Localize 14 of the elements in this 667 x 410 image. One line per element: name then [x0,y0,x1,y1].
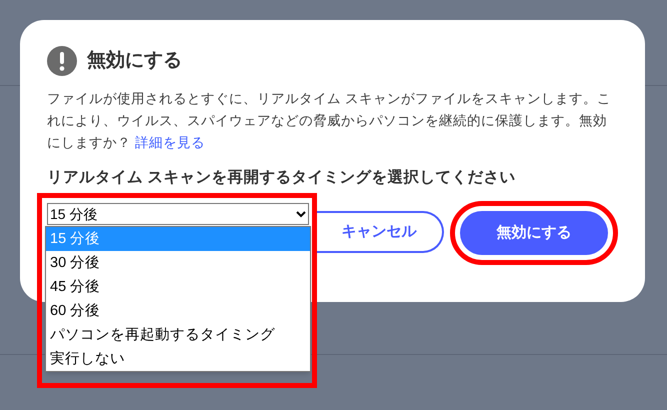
chevron-down-icon [296,210,306,218]
option-item[interactable]: 45 分後 [46,275,310,299]
dialog-title: 無効にする [87,48,182,73]
cancel-button[interactable]: キャンセル [316,211,444,254]
timing-select[interactable]: 15 分後 [47,203,309,226]
warning-icon [47,46,77,76]
disable-button[interactable]: 無効にする [460,211,608,256]
prompt-text: リアルタイム スキャンを再開するタイミングを選択してください [47,168,516,188]
option-item[interactable]: パソコンを再起動するタイミング [46,323,310,347]
option-item[interactable]: 実行しない [46,347,310,371]
details-link[interactable]: 詳細を見る [134,135,205,150]
option-item[interactable]: 60 分後 [46,299,310,323]
dialog-description: ファイルが使用されるとすぐに、リアルタイム スキャンがファイルをスキャンします。これにより、ウイルス、スパイウェアなどの脅威からパソコンを継続的に保護します。無効にしますか？ 詳細を見る [47,90,612,152]
option-item[interactable]: 30 分後 [46,251,310,275]
